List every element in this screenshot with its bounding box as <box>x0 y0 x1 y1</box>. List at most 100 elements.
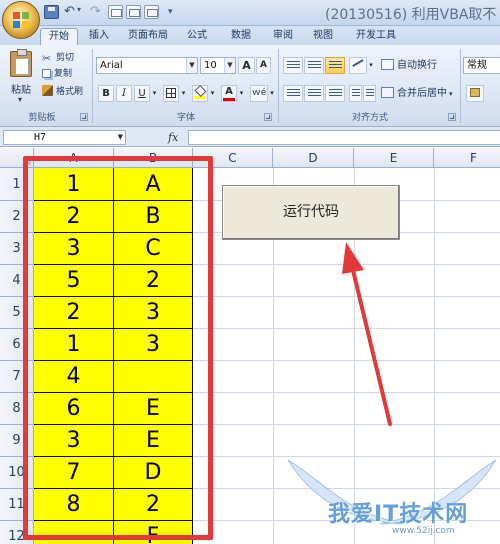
decrease-indent-icon <box>352 89 360 98</box>
format-painter-button[interactable]: 格式刷 <box>42 85 83 100</box>
italic-button[interactable]: I <box>116 85 132 102</box>
shrink-font-button[interactable]: A <box>256 57 271 74</box>
shrink-font-icon: A <box>260 60 267 70</box>
tab-developer[interactable]: 开发工具 <box>350 28 402 45</box>
wrap-text-button[interactable]: 自动换行 <box>381 58 437 73</box>
alignment-group-label: 对齐方式 <box>351 113 388 123</box>
number-format-select[interactable]: 常规 <box>463 57 500 74</box>
increase-indent-icon <box>366 89 374 98</box>
font-name-select[interactable]: Arial ▼ <box>96 57 198 74</box>
run-code-button[interactable]: 运行代码 <box>222 185 400 240</box>
group-divider <box>92 49 93 123</box>
align-left-button[interactable] <box>283 85 303 102</box>
align-bottom-button[interactable] <box>325 57 345 74</box>
title-bar: ↶ ▾ ↷ ▾ (20130516) 利用VBA取不 <box>0 0 500 26</box>
font-size-value: 10 <box>204 60 217 71</box>
borders-button[interactable] <box>163 85 179 102</box>
orientation-icon <box>352 59 364 67</box>
tab-formulas[interactable]: 公式 <box>182 28 212 45</box>
align-center-button[interactable] <box>304 85 324 102</box>
annotation-highlight-box <box>23 156 213 540</box>
clipboard-launcher-icon[interactable] <box>80 113 88 121</box>
paste-label: 粘贴 <box>11 85 31 96</box>
column-header-f[interactable]: F <box>434 148 500 168</box>
phonetic-button[interactable]: ｗé <box>250 85 268 102</box>
window-title: (20130516) 利用VBA取不 <box>325 7 497 23</box>
alignment-launcher-icon[interactable] <box>448 113 456 121</box>
align-middle-icon <box>308 61 321 70</box>
font-color-swatch <box>223 98 235 101</box>
align-top-button[interactable] <box>283 57 303 74</box>
currency-format-button[interactable] <box>466 85 484 102</box>
ribbon-tabs: 开始 插入 页面布局 公式 数据 审阅 视图 开发工具 <box>0 26 500 45</box>
paste-button[interactable]: 粘贴 ▾ <box>6 49 36 107</box>
ribbon: 粘贴 ▾ 剪切 复制 格式刷 剪贴板 Arial ▼ 10 ▼ A A B I … <box>0 45 500 127</box>
tab-view[interactable]: 视图 <box>308 28 338 45</box>
align-center-icon <box>308 89 321 98</box>
grow-font-icon: A <box>242 59 251 72</box>
paste-dropdown-icon[interactable]: ▾ <box>18 95 22 104</box>
wrap-text-label: 自动换行 <box>397 60 437 71</box>
tab-data[interactable]: 数据 <box>226 28 256 45</box>
increase-indent-button[interactable] <box>363 85 376 102</box>
name-box[interactable]: H7 ▼ <box>3 130 126 145</box>
underline-dropdown-icon[interactable]: ▾ <box>150 85 159 102</box>
tab-insert[interactable]: 插入 <box>84 28 114 45</box>
copy-button[interactable]: 复制 <box>42 67 72 82</box>
phonetic-icon: ｗé <box>251 88 267 98</box>
insert-function-button[interactable]: fx <box>168 130 186 145</box>
watermark-text: 我爱IT技术网 <box>328 502 469 527</box>
phonetic-dropdown-icon[interactable]: ▾ <box>268 85 276 102</box>
wrap-text-icon <box>381 59 394 70</box>
merge-center-button[interactable]: 合并后居中 ▾ <box>381 86 453 102</box>
quick-access-custom-icon[interactable] <box>144 5 159 19</box>
watermark-url: www.52ij.com <box>392 526 455 536</box>
font-launcher-icon[interactable] <box>264 113 272 121</box>
font-group-label: 字体 <box>176 113 195 123</box>
chevron-down-icon: ▼ <box>224 58 235 73</box>
merge-center-icon <box>381 87 394 98</box>
redo-icon[interactable]: ↷ <box>88 5 103 19</box>
column-header-d[interactable]: D <box>273 148 354 168</box>
tab-home[interactable]: 开始 <box>40 28 78 45</box>
font-size-select[interactable]: 10 ▼ <box>200 57 236 74</box>
save-icon[interactable] <box>44 5 59 19</box>
undo-icon[interactable]: ↶ <box>62 5 77 19</box>
font-color-dropdown-icon[interactable]: ▾ <box>237 85 246 102</box>
print-preview-icon[interactable] <box>126 5 141 19</box>
italic-icon: I <box>122 88 126 99</box>
formula-input[interactable] <box>188 130 500 145</box>
group-divider <box>278 49 279 123</box>
group-divider <box>460 49 461 123</box>
customize-quick-access-icon[interactable]: ▾ <box>168 5 183 19</box>
format-painter-label: 格式刷 <box>56 87 84 97</box>
annotation-arrow-icon <box>342 242 392 426</box>
orientation-dropdown-icon[interactable]: ▾ <box>367 57 375 74</box>
number-format-value: 常规 <box>467 60 487 71</box>
tab-review[interactable]: 审阅 <box>268 28 298 45</box>
currency-icon <box>470 88 480 97</box>
merge-center-label: 合并后居中 <box>397 88 447 99</box>
font-color-button[interactable]: A <box>221 85 237 102</box>
borders-icon <box>166 88 176 98</box>
office-button[interactable] <box>2 1 40 39</box>
merge-center-dropdown-icon[interactable]: ▾ <box>449 90 453 98</box>
column-header-e[interactable]: E <box>354 148 434 168</box>
underline-button[interactable]: U <box>134 85 150 102</box>
cut-button[interactable]: 剪切 <box>42 51 74 66</box>
fill-color-dropdown-icon[interactable]: ▾ <box>208 85 217 102</box>
decrease-indent-button[interactable] <box>349 85 362 102</box>
quick-print-icon[interactable] <box>108 5 123 19</box>
align-top-icon <box>287 61 300 70</box>
align-right-button[interactable] <box>325 85 345 102</box>
orientation-button[interactable] <box>349 57 367 74</box>
align-middle-button[interactable] <box>304 57 324 74</box>
grow-font-button[interactable]: A <box>238 57 255 74</box>
align-left-icon <box>287 89 300 98</box>
borders-dropdown-icon[interactable]: ▾ <box>179 85 188 102</box>
bold-button[interactable]: B <box>98 85 114 102</box>
tab-page-layout[interactable]: 页面布局 <box>122 28 174 45</box>
align-bottom-icon <box>329 61 342 70</box>
format-painter-icon <box>42 85 53 96</box>
fill-color-button[interactable] <box>192 84 208 102</box>
